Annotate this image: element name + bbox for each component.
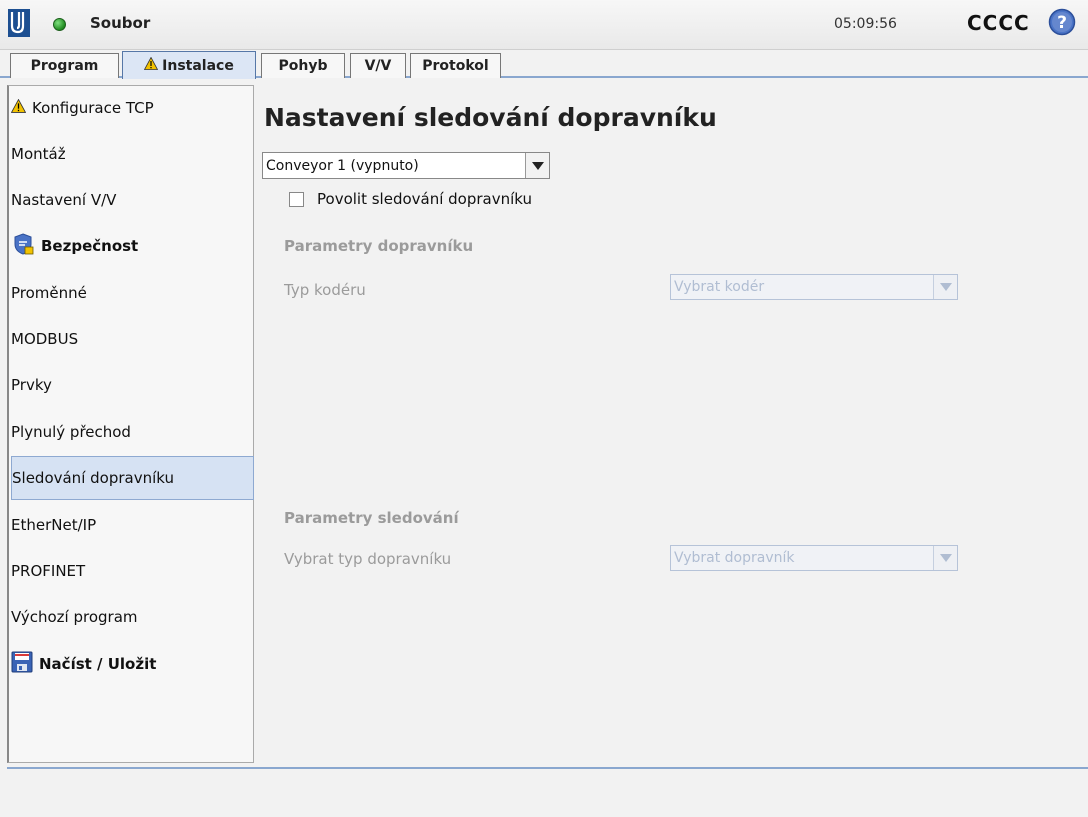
sidebar-item-label: Plynulý přechod (11, 423, 131, 441)
sidebar-item-label: EtherNet/IP (11, 516, 97, 534)
tab-io[interactable]: V/V (350, 53, 406, 78)
footer-bar (0, 769, 1088, 817)
chevron-down-icon (933, 546, 957, 570)
chevron-down-icon (933, 275, 957, 299)
sidebar-item-variables[interactable]: Proměnné (11, 271, 254, 315)
tab-program[interactable]: Program (10, 53, 119, 78)
tab-label: Pohyb (278, 58, 328, 74)
sidebar-item-label: Proměnné (11, 284, 87, 302)
help-icon[interactable]: ? (1048, 8, 1076, 36)
warning-icon (143, 56, 159, 74)
main-tabs: Program Instalace Pohyb V/V Protokol (0, 50, 1088, 79)
chevron-down-icon[interactable] (525, 153, 549, 178)
sidebar-item-label: Výchozí program (11, 608, 138, 626)
sidebar-item-label: Načíst / Uložit (39, 655, 157, 673)
tracking-parameters-heading: Parametry sledování (284, 509, 459, 527)
encoder-type-placeholder: Vybrat kodér (674, 279, 765, 295)
tab-log[interactable]: Protokol (410, 53, 501, 78)
sidebar-item-default-program[interactable]: Výchozí program (11, 595, 254, 639)
sidebar-item-label: Montáž (11, 145, 66, 163)
sidebar-item-label: Nastavení V/V (11, 191, 117, 209)
sidebar-item-smooth-transition[interactable]: Plynulý přechod (11, 410, 254, 454)
installation-sidebar: Konfigurace TCP Montáž Nastavení V/V Bez… (7, 85, 254, 763)
enable-conveyor-tracking-label: Povolit sledování dopravníku (317, 190, 533, 208)
conveyor-select-value: Conveyor 1 (vypnuto) (266, 157, 419, 174)
tab-label: Program (30, 58, 99, 74)
sidebar-item-tcp-configuration[interactable]: Konfigurace TCP (10, 86, 254, 130)
sidebar-item-label: Sledování dopravníku (12, 469, 174, 487)
sidebar-item-mounting[interactable]: Montáž (11, 132, 254, 176)
svg-text:?: ? (1057, 13, 1067, 33)
robot-name: CCCC (967, 11, 1030, 35)
sidebar-item-label: MODBUS (11, 330, 79, 348)
sidebar-item-io-setup[interactable]: Nastavení V/V (11, 178, 254, 222)
file-menu[interactable]: Soubor (90, 14, 150, 32)
conveyor-type-label: Vybrat typ dopravníku (284, 550, 452, 568)
sidebar-item-label: Prvky (11, 376, 52, 394)
tab-label: Instalace (162, 57, 234, 74)
enable-conveyor-tracking-checkbox[interactable] (289, 191, 304, 207)
page-title: Nastavení sledování dopravníku (264, 103, 717, 132)
conveyor-select[interactable]: Conveyor 1 (vypnuto) (262, 152, 550, 179)
safety-shield-icon (11, 232, 35, 260)
enable-conveyor-tracking-row[interactable]: Povolit sledování dopravníku (289, 190, 532, 208)
sidebar-item-label: PROFINET (11, 562, 86, 580)
encoder-type-select: Vybrat kodér (670, 274, 958, 300)
sidebar-item-modbus[interactable]: MODBUS (11, 317, 254, 361)
robot-status-icon[interactable] (53, 18, 66, 31)
clock: 05:09:56 (834, 16, 897, 32)
sidebar-item-conveyor-tracking[interactable]: Sledování dopravníku (11, 456, 254, 500)
conveyor-type-select: Vybrat dopravník (670, 545, 958, 571)
tab-installation[interactable]: Instalace (122, 51, 256, 79)
sidebar-item-ethernet-ip[interactable]: EtherNet/IP (11, 503, 254, 547)
warning-icon (10, 98, 27, 117)
sidebar-item-label: Konfigurace TCP (32, 99, 154, 117)
tab-move[interactable]: Pohyb (261, 53, 345, 78)
conveyor-parameters-heading: Parametry dopravníku (284, 237, 474, 255)
universal-robots-logo (8, 9, 30, 37)
sidebar-item-label: Bezpečnost (41, 237, 139, 255)
sidebar-item-profinet[interactable]: PROFINET (11, 549, 254, 593)
top-bar: Soubor 05:09:56 CCCC ? (0, 0, 1088, 50)
sidebar-item-load-save[interactable]: Načíst / Uložit (11, 642, 254, 686)
sidebar-item-features[interactable]: Prvky (11, 363, 254, 407)
encoder-type-label: Typ kodéru (284, 281, 366, 299)
sidebar-item-safety[interactable]: Bezpečnost (11, 224, 254, 268)
tab-label: V/V (364, 58, 392, 74)
conveyor-tracking-panel: Nastavení sledování dopravníku Conveyor … (256, 80, 1088, 768)
floppy-disk-icon (11, 651, 33, 677)
conveyor-type-placeholder: Vybrat dopravník (674, 550, 795, 566)
tab-label: Protokol (422, 58, 489, 74)
